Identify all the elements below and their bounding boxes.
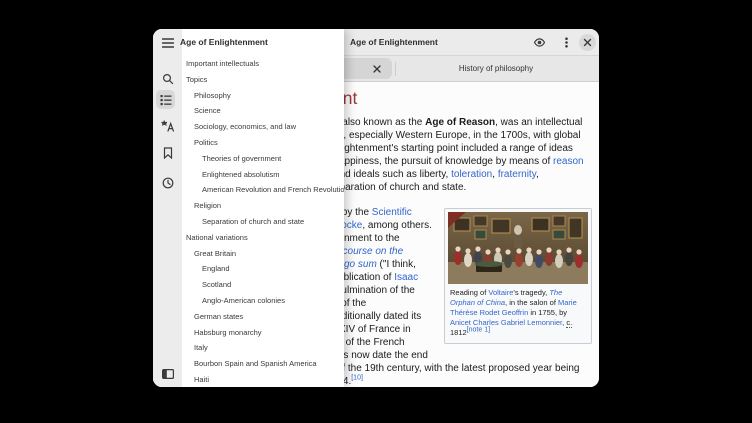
toc-item[interactable]: Important intellectuals [182,56,344,72]
eye-icon[interactable] [531,34,548,51]
sidebar-panel: Age of Enlightenment Important intellect… [153,29,344,387]
text-run: , and ideals such as liberty, [328,169,451,180]
toc-item[interactable]: Bourbon Spain and Spanish America [182,356,344,372]
text-run: Age of Reason [425,117,495,128]
text-run: 's tragedy, [513,288,549,297]
desktop-background: Age of Enlightenment [0,0,752,423]
article-link[interactable]: [note 1] [467,327,490,334]
hamburger-menu-icon[interactable] [155,32,180,53]
toc-item[interactable]: Topics [182,72,344,88]
article-link[interactable]: fraternity [498,169,536,180]
toc-item[interactable]: Theories of government [182,151,344,167]
article-link[interactable]: toleration [451,169,492,180]
figure-caption: Reading of Voltaire's tragedy, The Orpha… [448,284,588,340]
history-icon[interactable] [155,172,180,193]
tab-close-icon[interactable] [369,61,384,76]
text-run: also known as the [340,117,426,128]
bookmark-icon[interactable] [155,142,180,163]
text-run: c. [566,318,572,328]
app-window: Age of Enlightenment [153,29,599,387]
toc-item[interactable]: Haiti [182,372,344,382]
text-run: 1812 [450,328,467,337]
toggle-sidebar-icon[interactable] [155,363,180,384]
article-link[interactable]: [10] [351,375,363,382]
article-link[interactable]: reason [553,156,584,167]
toc-item[interactable]: Anglo-American colonies [182,293,344,309]
toc-item[interactable]: Religion [182,198,344,214]
search-icon[interactable] [155,68,180,89]
toc-item[interactable]: American Revolution and French Revolutio… [182,182,344,198]
toc-item[interactable]: National variations [182,230,344,246]
toc-item[interactable]: Habsburg monarchy [182,325,344,341]
table-of-contents-icon[interactable] [156,90,175,109]
text-run: in 1755, by [528,308,567,317]
window-close-icon[interactable] [579,34,596,51]
toc-item[interactable]: England [182,261,344,277]
toc-list: Important intellectualsTopicsPhilosophyS… [182,56,344,382]
kebab-menu-icon[interactable] [558,34,575,51]
languages-icon[interactable] [155,115,180,136]
toc-item[interactable]: Enlightened absolutism [182,167,344,183]
tab-history-of-philosophy[interactable]: History of philosophy [396,58,596,79]
text-run: , [536,169,539,180]
toc-item[interactable]: Separation of church and state [182,214,344,230]
article-figure: Reading of Voltaire's tragedy, The Orpha… [444,208,592,344]
toc-item[interactable]: German states [182,309,344,325]
toc-item[interactable]: Scotland [182,277,344,293]
sidebar-title: Age of Enlightenment [180,29,268,56]
text-run: Reading of [450,288,488,297]
toc-item[interactable]: Politics [182,135,344,151]
toc-item[interactable]: Great Britain [182,246,344,262]
toc-item[interactable]: Science [182,103,344,119]
article-link[interactable]: Voltaire [488,288,513,297]
toc-item[interactable]: Philosophy [182,88,344,104]
text-run: , in the salon of [505,298,558,307]
sidebar-icon-rail [153,29,182,387]
toc-item[interactable]: Italy [182,340,344,356]
tab-label: History of philosophy [459,64,533,73]
salon-painting-image[interactable] [448,212,588,284]
toc-item[interactable]: Sociology, economics, and law [182,119,344,135]
window-title: Age of Enlightenment [350,29,438,56]
